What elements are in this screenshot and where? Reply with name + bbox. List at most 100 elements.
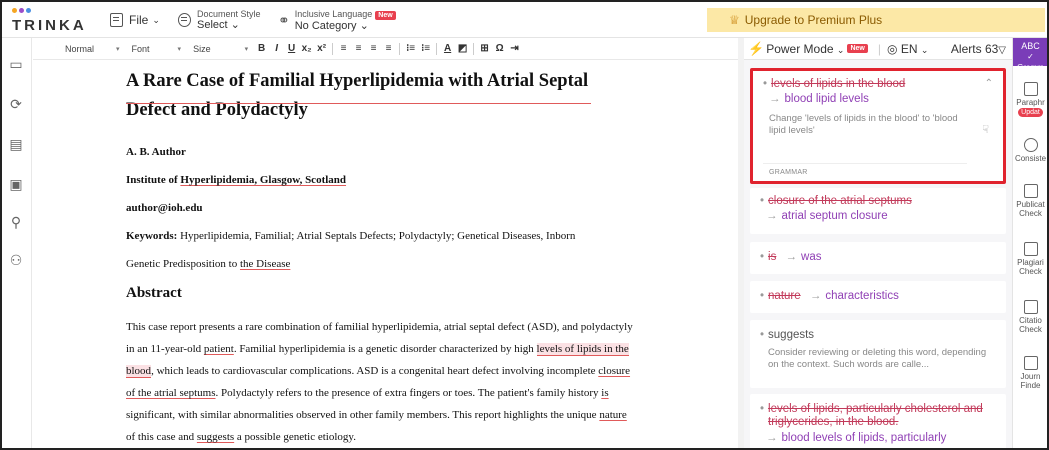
suggestions-panel: ⚡ Power Mode ⌄ New | ◎ EN ⌄ Alerts 63▽ •… — [744, 38, 1012, 448]
eraser-icon[interactable]: ▭ — [8, 56, 24, 72]
chevron-down-icon: ⌄ — [920, 44, 929, 55]
language-select[interactable]: ◎ EN ⌄ — [887, 42, 928, 56]
suggestion-replacement[interactable]: was — [801, 251, 821, 263]
chevron-down-icon: ⌄ — [836, 44, 845, 55]
paraphrase-tool[interactable]: Paraphr Updat — [1013, 82, 1047, 117]
flagged-patient[interactable]: patient — [204, 343, 234, 355]
flagged-blood[interactable]: blood — [126, 365, 152, 378]
journal-finder-tool[interactable]: Journ Finde — [1013, 356, 1047, 390]
suggestion-card[interactable]: • nature → characteristics — [750, 281, 1006, 313]
lightning-icon: ⚡ — [748, 40, 765, 56]
suggestion-replacement[interactable]: blood levels of lipids, particularly — [782, 432, 947, 444]
bullet-icon: • — [763, 78, 768, 90]
suggestion-card[interactable]: • suggests Consider reviewing or deleting… — [750, 320, 1006, 388]
publication-label: Publicat — [1016, 200, 1045, 209]
title-underline-flag[interactable] — [126, 84, 591, 104]
suggestion-replacement[interactable]: atrial septum closure — [782, 210, 888, 222]
suggestion-description: Consider reviewing or deleting this word… — [768, 347, 987, 370]
highlight-color-button[interactable]: ◩ — [455, 43, 470, 54]
subscript-button[interactable]: x₂ — [299, 43, 314, 54]
document-editor[interactable]: A Rare Case of Familial Hyperlipidemia w… — [126, 62, 646, 448]
chevron-down-icon: ⌄ — [152, 14, 160, 25]
inclusive-language-dropdown[interactable]: ⚭ Inclusive Language New No Category ⌄ — [278, 2, 396, 38]
chevron-down-icon: ⌄ — [230, 19, 240, 31]
italic-button[interactable]: I — [269, 43, 284, 54]
institute-line: Institute of Hyperlipidemia, Glasgow, Sc… — [126, 174, 346, 186]
special-character-button[interactable]: Ω — [492, 43, 507, 54]
user-share-icon[interactable]: ⚇ — [8, 252, 24, 268]
plagiarism-check-icon — [1023, 242, 1038, 256]
justify-button[interactable]: ≡ — [381, 43, 396, 54]
refresh-icon[interactable]: ⟳ — [8, 96, 24, 112]
search-document-icon[interactable]: ⚲ — [8, 214, 24, 230]
suggestion-replacement[interactable]: characteristics — [825, 290, 899, 302]
keywords-cont-prefix: Genetic Predisposition to — [126, 258, 240, 270]
suggestions-header: ⚡ Power Mode ⌄ New | ◎ EN ⌄ Alerts 63▽ — [744, 38, 1012, 60]
table-button[interactable]: ⊞ — [477, 43, 492, 54]
consistency-tool[interactable]: Consiste — [1013, 138, 1047, 163]
font-select[interactable]: Font ▾ — [126, 44, 188, 54]
suggestion-card[interactable]: • closure of the atrial septums → atrial s… — [750, 188, 1006, 234]
citation-label: Citatio — [1019, 316, 1042, 325]
size-select[interactable]: Size ▾ — [187, 44, 254, 54]
suggestion-card[interactable]: • is → was — [750, 242, 1006, 274]
suggestion-replacement[interactable]: blood lipid levels — [785, 93, 869, 105]
align-left-button[interactable]: ≡ — [336, 43, 351, 54]
superscript-button[interactable]: x² — [314, 43, 329, 54]
indent-button[interactable]: ⇥ — [507, 43, 522, 54]
arrow-right-icon: → — [766, 432, 778, 444]
document-style-dropdown[interactable]: Document Style Select ⌄ — [178, 2, 261, 38]
flagged-atrial-septums[interactable]: of the atrial septums — [126, 387, 216, 399]
power-mode-toggle[interactable]: Power Mode ⌄ — [766, 42, 844, 56]
journal-label: Journ — [1020, 372, 1041, 381]
alerts-counter[interactable]: Alerts 63▽ — [951, 42, 1006, 56]
bullet-list-button[interactable]: ⁝≡ — [418, 43, 433, 54]
report-icon[interactable]: ▣ — [8, 176, 24, 192]
keywords-text: Hyperlipidemia, Familial; Atrial Septals… — [177, 230, 576, 242]
upgrade-premium-label: Upgrade to Premium Plus — [744, 13, 883, 27]
card-divider — [763, 163, 967, 164]
collapse-icon[interactable]: ⌃ — [985, 78, 993, 89]
trinka-logo[interactable]: TRINKA — [12, 8, 92, 34]
publication-check-tool[interactable]: Publicat Check — [1013, 184, 1047, 218]
chevron-down-icon: ▾ — [116, 45, 120, 53]
suggestion-category: GRAMMAR — [769, 169, 808, 176]
people-icon: ⚭ — [278, 11, 290, 28]
suggestion-card[interactable]: • levels of lipids, particularly choleste… — [750, 394, 1006, 448]
align-right-button[interactable]: ≡ — [366, 43, 381, 54]
journal-label-2: Finde — [1020, 381, 1041, 390]
flagged-closure[interactable]: closure — [598, 365, 630, 377]
alerts-count: 63 — [984, 41, 999, 56]
align-center-button[interactable]: ≡ — [351, 43, 366, 54]
chevron-down-icon: ▾ — [244, 45, 249, 53]
flagged-levels-of-lipids[interactable]: levels of lipids in the — [536, 343, 629, 356]
filter-icon: ▽ — [998, 44, 1006, 56]
suggestion-card-active[interactable]: • levels of lipids in the blood ⌃ → blood l… — [750, 68, 1006, 184]
document-check-icon[interactable]: ▤ — [8, 136, 24, 152]
flagged-nature[interactable]: nature — [599, 409, 626, 421]
document-style-icon — [178, 13, 191, 27]
flagged-institute[interactable]: Hyperlipidemia, Glasgow, Scotland — [180, 174, 346, 186]
journal-finder-icon — [1023, 356, 1038, 370]
plagiarism-label-2: Check — [1019, 267, 1042, 276]
thumbs-down-icon[interactable]: ☟ — [982, 123, 989, 136]
paragraph-style-select[interactable]: Normal ▾ — [59, 44, 126, 54]
format-toolbar: Normal ▾ Font ▾ Size ▾ B I U x₂ x² ≡ ≡ ≡ ≡ … — [33, 38, 738, 60]
app-window: TRINKA File ⌄ Document Style Select ⌄ ⚭ … — [0, 0, 1049, 450]
citation-check-tool[interactable]: Citatio Check — [1013, 300, 1047, 334]
grammar-tool[interactable]: ABC ✓ Gramm — [1013, 38, 1047, 72]
flagged-suggests[interactable]: suggests — [197, 431, 234, 443]
bold-button[interactable]: B — [254, 43, 269, 54]
bullet-icon: • — [760, 195, 765, 207]
underline-button[interactable]: U — [284, 43, 299, 54]
file-menu-label: File — [129, 13, 149, 27]
ordered-list-button[interactable]: ⁝≡ — [403, 43, 418, 54]
flagged-the-disease[interactable]: the Disease — [240, 258, 290, 270]
file-menu[interactable]: File ⌄ — [110, 2, 160, 38]
toolbar-divider — [436, 42, 438, 55]
text-span: of this case and — [126, 431, 197, 443]
flagged-is[interactable]: is — [601, 387, 608, 399]
font-color-button[interactable]: A — [440, 43, 455, 54]
upgrade-premium-button[interactable]: ♕ Upgrade to Premium Plus — [707, 8, 1045, 32]
plagiarism-check-tool[interactable]: Plagiari Check — [1013, 242, 1047, 276]
